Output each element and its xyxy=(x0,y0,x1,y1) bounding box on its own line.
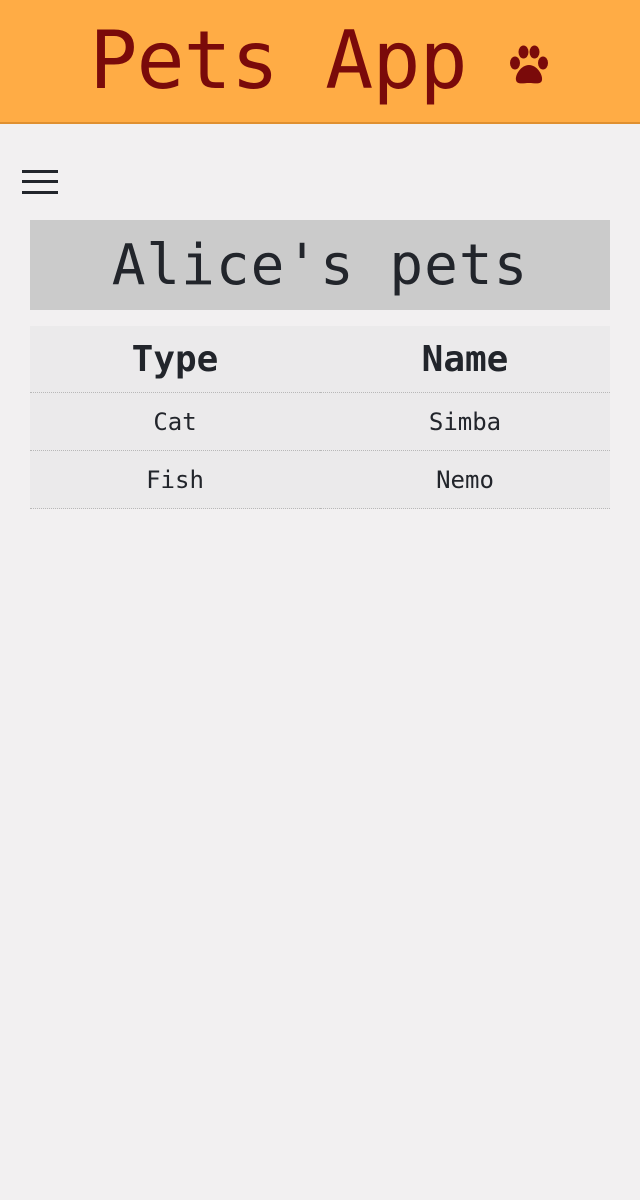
table-header-row: Type Name xyxy=(30,326,610,393)
hamburger-menu-icon[interactable] xyxy=(22,168,58,196)
pet-name-cell: Nemo xyxy=(320,450,610,509)
app-title: Pets App xyxy=(89,14,467,107)
pet-name-cell: Simba xyxy=(320,392,610,451)
pet-type-cell: Cat xyxy=(30,392,320,451)
pet-type-cell: Fish xyxy=(30,450,320,509)
page-title: Alice's pets xyxy=(30,220,610,310)
column-header-type: Type xyxy=(30,326,320,393)
table-row: Fish Nemo xyxy=(30,450,610,509)
column-header-name: Name xyxy=(320,326,610,393)
table-row: Cat Simba xyxy=(30,392,610,451)
paw-icon xyxy=(507,43,551,87)
pets-table: Type Name Cat Simba Fish Nemo xyxy=(30,326,610,509)
app-header: Pets App xyxy=(0,0,640,124)
